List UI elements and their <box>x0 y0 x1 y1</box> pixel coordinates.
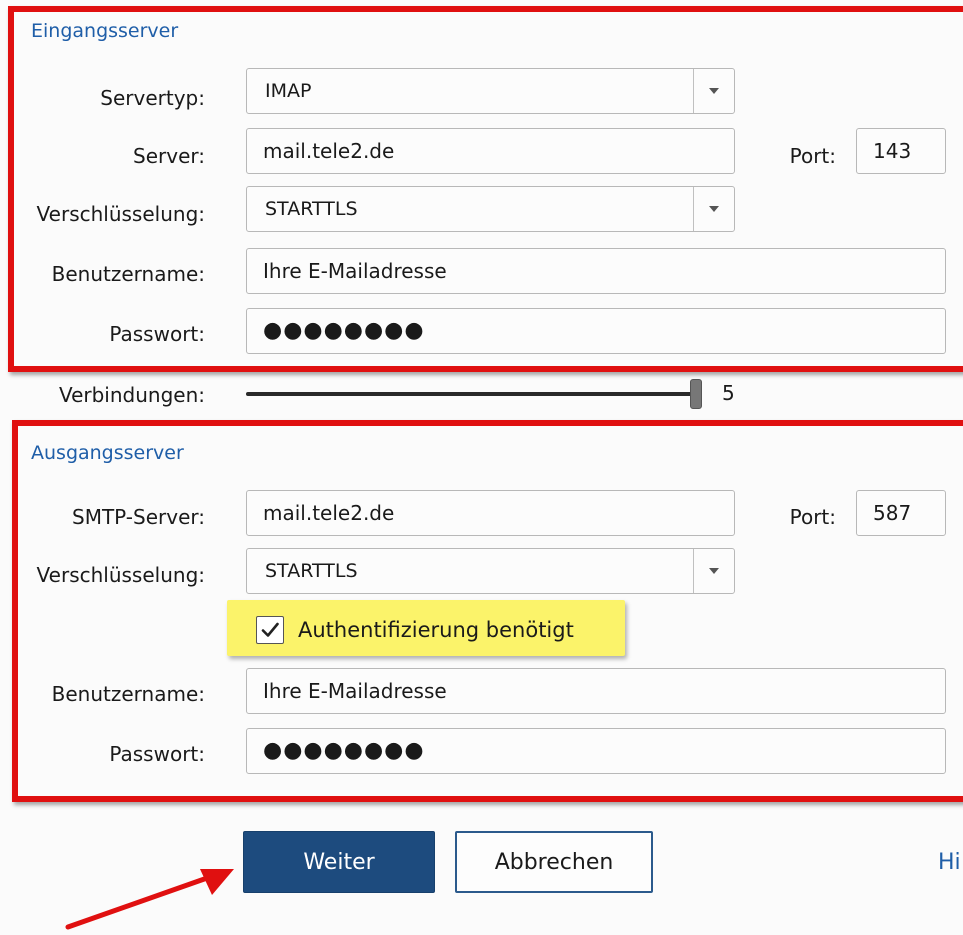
incoming-username-label: Benutzername: <box>51 262 205 286</box>
chevron-down-icon <box>709 568 719 574</box>
outgoing-section-title: Ausgangsserver <box>31 442 184 464</box>
connections-slider-thumb[interactable] <box>690 379 702 409</box>
outgoing-username-input[interactable]: Ihre E-Mailadresse <box>246 668 946 714</box>
server-type-value: IMAP <box>265 80 312 102</box>
outgoing-password-label: Passwort: <box>109 742 205 766</box>
outgoing-encryption-value: STARTTLS <box>265 560 358 582</box>
incoming-username-input[interactable]: Ihre E-Mailadresse <box>246 248 946 294</box>
help-link[interactable]: Hi <box>938 850 961 875</box>
outgoing-encryption-label: Verschlüsselung: <box>36 563 205 587</box>
outgoing-port-label: Port: <box>789 505 836 529</box>
outgoing-username-label: Benutzername: <box>51 682 205 706</box>
incoming-password-label: Passwort: <box>109 322 205 346</box>
server-type-dropdown-button[interactable] <box>693 69 734 113</box>
incoming-encryption-select[interactable]: STARTTLS <box>246 186 735 232</box>
outgoing-password-input[interactable]: ●●●●●●●● <box>246 728 946 774</box>
incoming-password-input[interactable]: ●●●●●●●● <box>246 308 946 354</box>
chevron-down-icon <box>709 206 719 212</box>
checkmark-icon <box>261 622 279 637</box>
outgoing-encryption-dropdown-button[interactable] <box>693 549 734 593</box>
next-button[interactable]: Weiter <box>243 831 435 893</box>
incoming-encryption-label: Verschlüsselung: <box>36 202 205 226</box>
auth-required-label[interactable]: Authentifizierung benötigt <box>298 618 574 642</box>
smtp-server-label: SMTP-Server: <box>72 505 205 529</box>
server-label: Server: <box>133 144 205 168</box>
connections-slider-track[interactable] <box>246 392 698 396</box>
chevron-down-icon <box>709 88 719 94</box>
auth-required-checkbox[interactable] <box>256 616 284 644</box>
incoming-port-label: Port: <box>789 144 836 168</box>
incoming-encryption-dropdown-button[interactable] <box>693 187 734 231</box>
outgoing-encryption-select[interactable]: STARTTLS <box>246 548 735 594</box>
annotation-arrow-icon <box>65 869 234 930</box>
connections-label: Verbindungen: <box>58 383 205 407</box>
outgoing-port-input[interactable]: 587 <box>856 490 946 536</box>
server-type-label: Servertyp: <box>100 86 205 110</box>
incoming-section-title: Eingangsserver <box>31 20 179 42</box>
connections-value: 5 <box>722 381 735 405</box>
incoming-port-input[interactable]: 143 <box>856 128 946 174</box>
cancel-button[interactable]: Abbrechen <box>455 831 653 893</box>
server-type-select[interactable]: IMAP <box>246 68 735 114</box>
incoming-encryption-value: STARTTLS <box>265 198 358 220</box>
